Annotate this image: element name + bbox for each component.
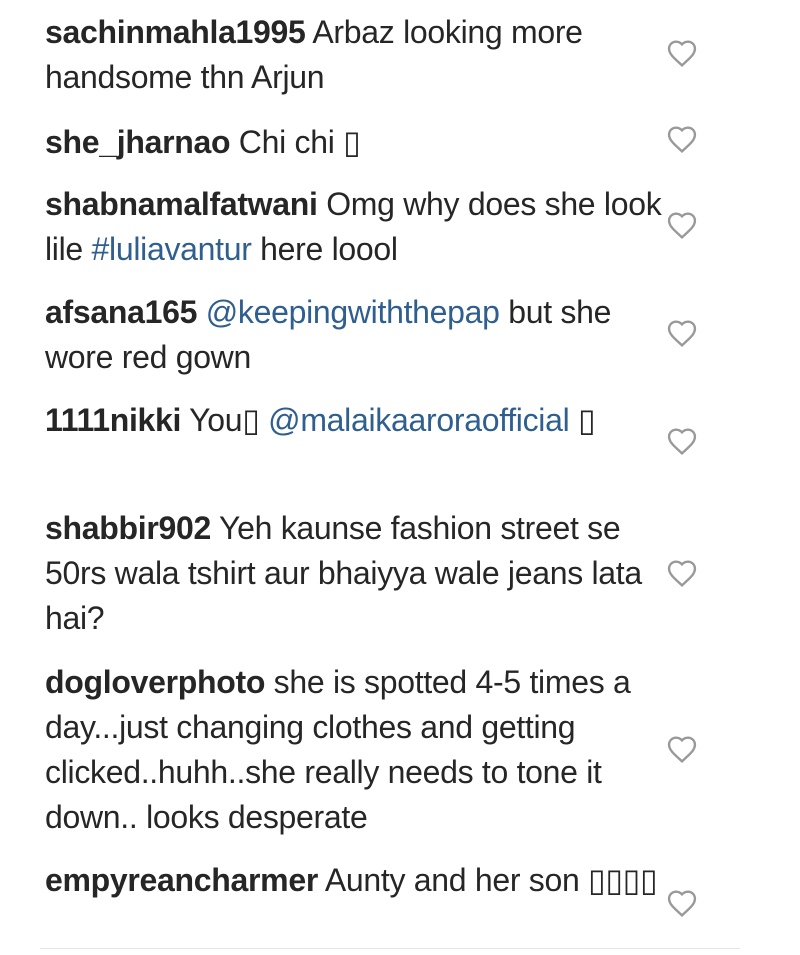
comment-body: here loool bbox=[251, 231, 398, 267]
comment-text: she_jharnao Chi chi ▯ bbox=[45, 120, 670, 165]
comment-username[interactable]: sachinmahla1995 bbox=[45, 14, 306, 50]
mention-link[interactable]: @keepingwiththepap bbox=[206, 294, 500, 330]
comments-list: sachinmahla1995 Arbaz looking more hands… bbox=[0, 0, 800, 955]
comment-text: empyreancharmer Aunty and her son ▯▯▯▯ bbox=[45, 858, 670, 903]
comment-username[interactable]: dogloverphoto bbox=[45, 664, 265, 700]
comment-body: Aunty and her son ▯▯▯▯ bbox=[318, 862, 658, 898]
comment-text: dogloverphoto she is spotted 4-5 times a… bbox=[45, 660, 670, 840]
comment-item: shabbir902 Yeh kaunse fashion street se … bbox=[45, 506, 735, 641]
comment-username[interactable]: 1111nikki bbox=[45, 402, 181, 438]
like-heart-icon[interactable] bbox=[666, 38, 698, 68]
like-heart-icon[interactable] bbox=[666, 124, 698, 154]
like-heart-icon[interactable] bbox=[666, 426, 698, 456]
comment-body: You▯ bbox=[181, 402, 269, 438]
comment-item: she_jharnao Chi chi ▯ bbox=[45, 120, 735, 165]
comment-item: sachinmahla1995 Arbaz looking more hands… bbox=[45, 10, 735, 100]
comment-username[interactable]: she_jharnao bbox=[45, 124, 231, 160]
bottom-divider bbox=[40, 948, 740, 949]
comment-item: empyreancharmer Aunty and her son ▯▯▯▯ bbox=[45, 858, 735, 903]
like-heart-icon[interactable] bbox=[666, 558, 698, 588]
hashtag-link[interactable]: #luliavantur bbox=[92, 231, 252, 267]
comment-item: 1111nikki You▯ @malaikaaroraofficial ▯ bbox=[45, 398, 735, 443]
comment-item: afsana165 @keepingwiththepap but she wor… bbox=[45, 290, 735, 380]
comment-body bbox=[197, 294, 206, 330]
comment-username[interactable]: shabbir902 bbox=[45, 510, 211, 546]
like-heart-icon[interactable] bbox=[666, 318, 698, 348]
comment-item: shabnamalfatwani Omg why does she look l… bbox=[45, 182, 735, 272]
comment-item: dogloverphoto she is spotted 4-5 times a… bbox=[45, 660, 735, 840]
comment-text: shabnamalfatwani Omg why does she look l… bbox=[45, 182, 670, 272]
like-heart-icon[interactable] bbox=[666, 734, 698, 764]
comment-text: sachinmahla1995 Arbaz looking more hands… bbox=[45, 10, 670, 100]
like-heart-icon[interactable] bbox=[666, 210, 698, 240]
mention-link[interactable]: @malaikaaroraofficial bbox=[268, 402, 570, 438]
like-heart-icon[interactable] bbox=[666, 888, 698, 918]
comment-text: afsana165 @keepingwiththepap but she wor… bbox=[45, 290, 670, 380]
comment-username[interactable]: empyreancharmer bbox=[45, 862, 318, 898]
comment-body: Chi chi ▯ bbox=[230, 124, 361, 160]
comment-username[interactable]: afsana165 bbox=[45, 294, 197, 330]
comment-text: 1111nikki You▯ @malaikaaroraofficial ▯ bbox=[45, 398, 670, 443]
comment-body: ▯ bbox=[569, 402, 596, 438]
comment-text: shabbir902 Yeh kaunse fashion street se … bbox=[45, 506, 670, 641]
comment-username[interactable]: shabnamalfatwani bbox=[45, 186, 318, 222]
